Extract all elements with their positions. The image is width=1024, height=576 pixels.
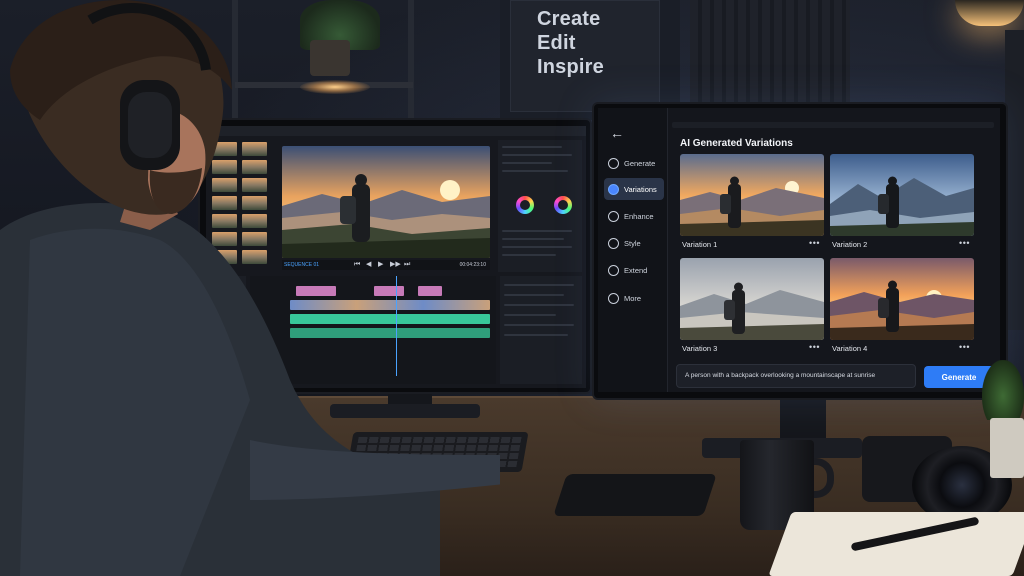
more-options-icon[interactable]: ••• bbox=[809, 238, 820, 248]
nav-label: Style bbox=[624, 238, 641, 248]
nav-label: Extend bbox=[624, 265, 648, 275]
sunset-scene bbox=[830, 258, 974, 340]
poster-text: Create Edit Inspire bbox=[537, 8, 604, 78]
variation-label: Variation 2 bbox=[832, 240, 868, 249]
panel-row[interactable] bbox=[504, 334, 568, 336]
variation-label: Variation 3 bbox=[682, 344, 718, 353]
panel-row[interactable] bbox=[502, 230, 572, 232]
variation-card[interactable]: Variation 3 ••• bbox=[680, 258, 824, 354]
prompt-input[interactable]: A person with a backpack overlooking a m… bbox=[676, 364, 916, 388]
nav-item-variations[interactable]: Variations bbox=[604, 178, 664, 200]
mountain-scene bbox=[830, 154, 974, 236]
window-blinds bbox=[690, 0, 850, 110]
back-arrow-icon[interactable]: ← bbox=[610, 126, 624, 140]
panel-row[interactable] bbox=[502, 254, 556, 256]
panel-row[interactable] bbox=[504, 304, 574, 306]
desk-plant bbox=[982, 360, 1024, 420]
panel-row[interactable] bbox=[504, 324, 574, 326]
panel-row[interactable] bbox=[504, 314, 556, 316]
nav-label: Generate bbox=[624, 158, 656, 168]
pendant-lamp bbox=[955, 0, 1024, 26]
mousepad bbox=[553, 474, 717, 516]
sunrise-scene bbox=[680, 154, 824, 236]
ai-sidebar: ← Generate Variations Enhance Style Exte… bbox=[598, 108, 668, 392]
app-topbar bbox=[672, 122, 994, 128]
sparkle-icon bbox=[608, 157, 619, 169]
variation-image[interactable] bbox=[830, 154, 974, 236]
page-title: AI Generated Variations bbox=[680, 138, 793, 149]
variations-icon bbox=[608, 183, 619, 195]
misty-scene bbox=[680, 258, 824, 340]
nav-item-extend[interactable]: Extend bbox=[604, 259, 664, 281]
enhance-icon bbox=[608, 210, 619, 222]
palette-icon bbox=[608, 237, 619, 249]
plant-pot bbox=[990, 418, 1024, 478]
variation-label: Variation 1 bbox=[682, 240, 718, 249]
more-icon bbox=[608, 292, 619, 304]
extend-icon bbox=[608, 264, 619, 276]
nav-label: Variations bbox=[624, 184, 657, 194]
panel-row[interactable] bbox=[502, 170, 568, 172]
nav-label: Enhance bbox=[624, 211, 654, 221]
panel-row[interactable] bbox=[504, 294, 564, 296]
panel-row[interactable] bbox=[502, 246, 572, 248]
nav-item-generate[interactable]: Generate bbox=[604, 152, 664, 174]
ai-variations-app: ← Generate Variations Enhance Style Exte… bbox=[598, 108, 1000, 392]
panel-row[interactable] bbox=[502, 238, 564, 240]
variation-card[interactable]: Variation 4 ••• bbox=[830, 258, 974, 354]
notebook bbox=[768, 512, 1024, 576]
right-monitor-stand bbox=[780, 398, 826, 442]
color-wheel-icon[interactable] bbox=[554, 196, 572, 214]
nav-item-more[interactable]: More bbox=[604, 287, 664, 309]
nav-item-enhance[interactable]: Enhance bbox=[604, 205, 664, 227]
variation-card[interactable]: Variation 2 ••• bbox=[830, 154, 974, 250]
variation-card[interactable]: Variation 1 ••• bbox=[680, 154, 824, 250]
effects-panel bbox=[498, 140, 582, 272]
more-options-icon[interactable]: ••• bbox=[959, 342, 970, 352]
properties-panel bbox=[500, 276, 582, 384]
color-wheel-icon[interactable] bbox=[516, 196, 534, 214]
wall-poster: Create Edit Inspire bbox=[510, 0, 660, 112]
more-options-icon[interactable]: ••• bbox=[809, 342, 820, 352]
variation-image[interactable] bbox=[680, 258, 824, 340]
variation-label: Variation 4 bbox=[832, 344, 868, 353]
nav-label: More bbox=[624, 293, 642, 303]
panel-row[interactable] bbox=[502, 146, 562, 148]
panel-row[interactable] bbox=[502, 154, 572, 156]
variation-image[interactable] bbox=[830, 258, 974, 340]
variation-image[interactable] bbox=[680, 154, 824, 236]
more-options-icon[interactable]: ••• bbox=[959, 238, 970, 248]
person-silhouette bbox=[0, 0, 500, 576]
panel-row[interactable] bbox=[504, 284, 574, 286]
prompt-text: A person with a backpack overlooking a m… bbox=[685, 372, 876, 379]
panel-row[interactable] bbox=[502, 162, 552, 164]
nav-item-style[interactable]: Style bbox=[604, 232, 664, 254]
